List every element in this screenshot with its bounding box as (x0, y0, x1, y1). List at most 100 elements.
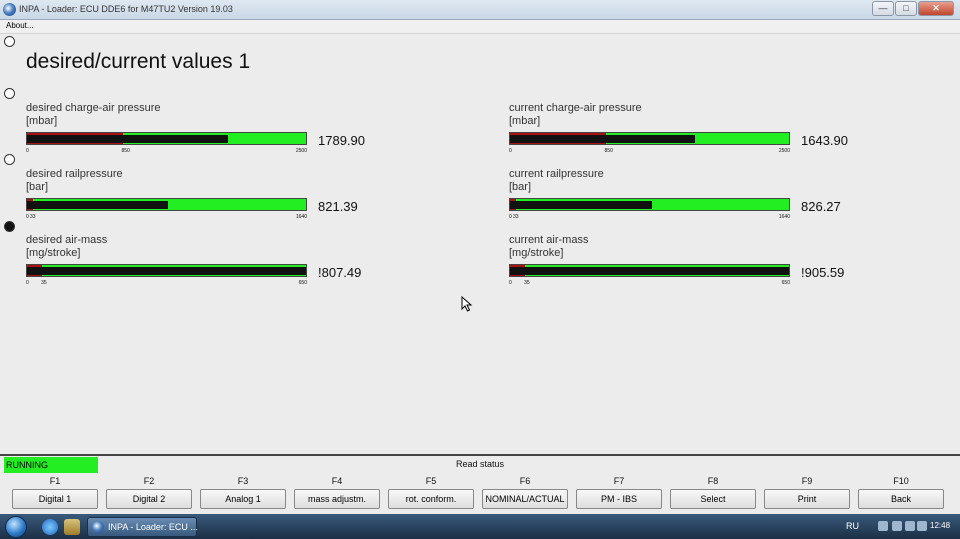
radio-option-3[interactable] (4, 154, 15, 165)
rotation-conformity-button[interactable]: rot. conform. (388, 489, 474, 509)
gauge-bar (509, 132, 790, 145)
minimize-icon[interactable]: — (872, 1, 894, 16)
window-titlebar: INPA - Loader: ECU DDE6 for M47TU2 Versi… (0, 0, 960, 20)
fkey-label: F6 (519, 476, 531, 486)
fkey-label: F4 (331, 476, 343, 486)
inpa-app-icon (92, 521, 104, 533)
gauge-unit: [bar] (509, 181, 532, 193)
fkey-f7: F7 PM - IBS (576, 476, 662, 512)
digital-2-button[interactable]: Digital 2 (106, 489, 192, 509)
nominal-actual-button[interactable]: NOMINAL/ACTUAL (482, 489, 568, 509)
gauge-tick-min: 0 (26, 280, 29, 286)
gauge-label: current railpressure (509, 168, 604, 180)
gauge-value: 1643.90 (801, 133, 848, 148)
tray-network-icon[interactable] (878, 521, 888, 531)
gauge-desired-railpressure: desired railpressure [bar] 821.39 0 33 1… (26, 168, 386, 230)
gauge-desired-air-mass: desired air-mass [mg/stroke] !807.49 0 3… (26, 234, 386, 296)
fkey-f8: F8 Select (670, 476, 756, 512)
gauge-current-air-mass: current air-mass [mg/stroke] !905.59 0 3… (509, 234, 869, 296)
mass-adjustment-button[interactable]: mass adjustm. (294, 489, 380, 509)
fkey-f1: F1 Digital 1 (12, 476, 98, 512)
gauge-bar (26, 198, 307, 211)
fkey-label: F10 (893, 476, 909, 486)
gauge-value: !905.59 (801, 265, 845, 280)
gauge-tick-max: 650 (781, 280, 790, 286)
gauge-value-fill (27, 201, 168, 209)
fkey-f3: F3 Analog 1 (200, 476, 286, 512)
gauge-tick-max: 650 (298, 280, 307, 286)
gauge-label: desired charge-air pressure (26, 102, 161, 114)
gauge-tick-threshold: 850 (121, 148, 130, 154)
maximize-icon[interactable]: □ (895, 1, 917, 16)
fkey-label: F8 (707, 476, 719, 486)
window-controls: — □ ✕ (872, 1, 954, 16)
taskbar: INPA - Loader: ECU ... RU 12:48 (0, 514, 960, 539)
mouse-cursor-icon (461, 296, 473, 312)
print-button[interactable]: Print (764, 489, 850, 509)
gauge-tick-threshold: 33 (513, 214, 519, 220)
gauge-unit: [mbar] (26, 115, 58, 127)
screen-title: desired/current values 1 (26, 50, 251, 73)
gauge-label: current air-mass (509, 234, 589, 246)
gauge-current-charge-air-pressure: current charge-air pressure [mbar] 1643.… (509, 102, 869, 164)
radio-option-2[interactable] (4, 88, 15, 99)
gauge-current-railpressure: current railpressure [bar] 826.27 0 33 1… (509, 168, 869, 230)
gauge-desired-charge-air-pressure: desired charge-air pressure [mbar] 1789.… (26, 102, 386, 164)
fkey-label: F1 (49, 476, 61, 486)
gauge-unit: [bar] (26, 181, 49, 193)
inpa-app-icon (3, 3, 16, 16)
gauge-value-fill (510, 201, 652, 209)
gauge-unit: [mbar] (509, 115, 541, 127)
tray-volume-icon[interactable] (905, 521, 915, 531)
pm-ibs-button[interactable]: PM - IBS (576, 489, 662, 509)
close-icon[interactable]: ✕ (918, 1, 954, 16)
gauge-value: 1789.90 (318, 133, 365, 148)
gauge-value: 826.27 (801, 199, 841, 214)
gauge-label: desired railpressure (26, 168, 123, 180)
fkey-f9: F9 Print (764, 476, 850, 512)
gauge-tick-threshold: 35 (524, 280, 530, 286)
taskbar-app-inpa[interactable]: INPA - Loader: ECU ... (87, 517, 198, 537)
fkey-f2: F2 Digital 2 (106, 476, 192, 512)
gauge-value-fill (510, 267, 789, 275)
radio-option-1[interactable] (4, 36, 15, 47)
gauge-tick-threshold: 850 (604, 148, 613, 154)
fkey-label: F3 (237, 476, 249, 486)
language-indicator[interactable]: RU (846, 521, 859, 531)
gauge-unit: [mg/stroke] (509, 247, 564, 259)
system-clock[interactable]: 12:48 (930, 521, 950, 530)
gauge-bar (26, 132, 307, 145)
gauge-label: desired air-mass (26, 234, 108, 246)
window-title: INPA - Loader: ECU DDE6 for M47TU2 Versi… (19, 4, 233, 14)
select-button[interactable]: Select (670, 489, 756, 509)
tray-device-icon[interactable] (917, 521, 927, 531)
gauge-tick-min: 0 (509, 280, 512, 286)
taskbar-app-title: INPA - Loader: ECU ... (108, 522, 198, 532)
gauge-unit: [mg/stroke] (26, 247, 81, 259)
fkey-label: F9 (801, 476, 813, 486)
fkey-label: F2 (143, 476, 155, 486)
start-button-icon[interactable] (5, 516, 27, 538)
analog-1-button[interactable]: Analog 1 (200, 489, 286, 509)
function-key-panel: RUNNING Read status F1 Digital 1 F2 Digi… (0, 454, 960, 512)
fkey-f10: F10 Back (858, 476, 944, 512)
gauge-tick-threshold: 35 (41, 280, 47, 286)
gauge-value-fill (27, 135, 229, 143)
gauge-value-fill (510, 135, 695, 143)
fkey-f5: F5 rot. conform. (388, 476, 474, 512)
radio-option-4-selected[interactable] (4, 221, 15, 232)
gauge-tick-min: 0 (509, 148, 512, 154)
gauge-value: !807.49 (318, 265, 362, 280)
tray-flag-icon[interactable] (892, 521, 902, 531)
menu-item-about[interactable]: About... (6, 21, 34, 30)
gauge-tick-min: 0 (26, 214, 29, 220)
file-explorer-icon[interactable] (64, 519, 80, 535)
gauge-value: 821.39 (318, 199, 358, 214)
fkey-f4: F4 mass adjustm. (294, 476, 380, 512)
back-button[interactable]: Back (858, 489, 944, 509)
digital-1-button[interactable]: Digital 1 (12, 489, 98, 509)
fkey-label: F7 (613, 476, 625, 486)
gauge-tick-max: 1640 (778, 214, 790, 220)
internet-explorer-icon[interactable] (42, 519, 58, 535)
gauge-label: current charge-air pressure (509, 102, 642, 114)
